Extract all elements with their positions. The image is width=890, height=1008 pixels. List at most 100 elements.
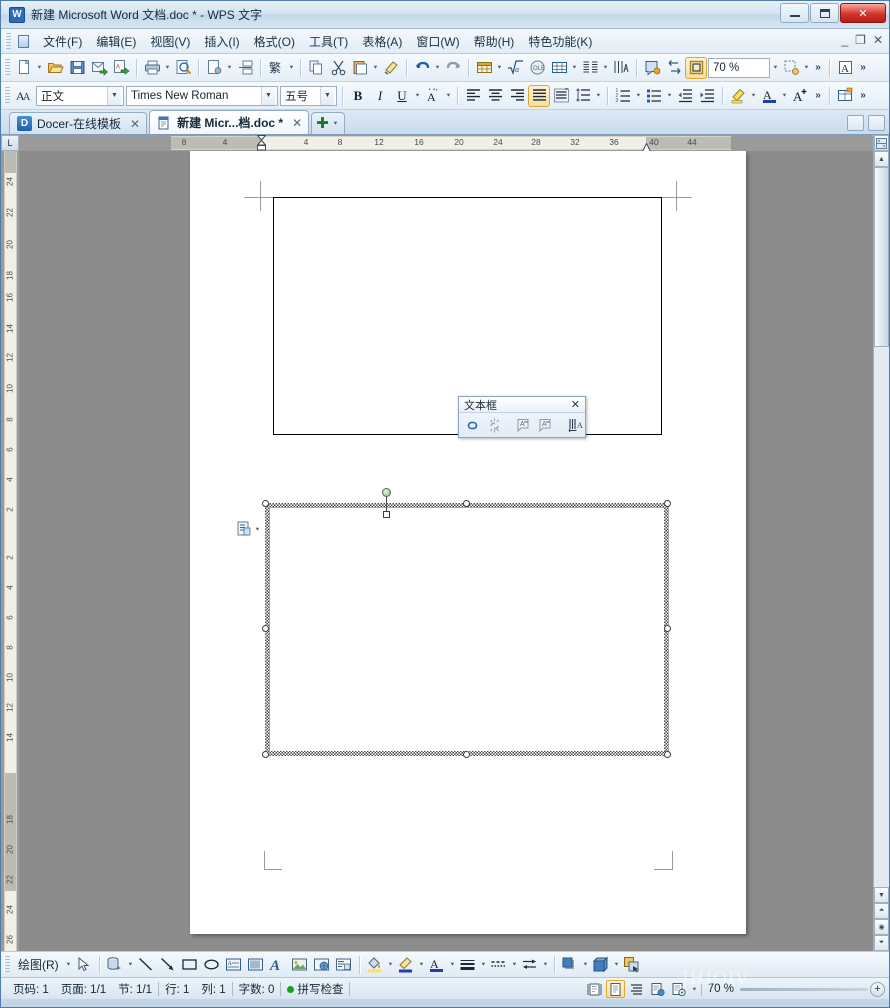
shadow-style-button[interactable]	[559, 954, 581, 976]
scrollbar-split-button[interactable]	[874, 135, 889, 151]
fill-color-button[interactable]	[364, 954, 386, 976]
font-family-combo[interactable]: Times New Roman ▼	[126, 85, 278, 106]
next-textbox-button[interactable]: A	[535, 414, 557, 436]
export-pdf-button[interactable]: A	[110, 57, 132, 79]
fill-color-dropdown[interactable]	[386, 954, 395, 976]
minimize-button[interactable]	[780, 3, 809, 23]
textbox-button[interactable]: A	[223, 954, 245, 976]
textbox-toolbar-titlebar[interactable]: 文本框 ✕	[459, 397, 585, 413]
font-color-button[interactable]: A	[758, 85, 780, 107]
diagram-button[interactable]	[333, 954, 355, 976]
textbox-selected-container[interactable]	[262, 500, 671, 758]
line-spacing-dropdown[interactable]	[594, 85, 603, 107]
layout-options-dropdown[interactable]	[253, 522, 261, 536]
horizontal-ruler[interactable]: 8 4 4 8 12 16 20 24 28 32 36 40 44	[19, 135, 889, 152]
standard-toolbar-overflow[interactable]: »	[811, 57, 825, 79]
copy-button[interactable]	[305, 57, 327, 79]
highlight-dropdown[interactable]	[749, 85, 758, 107]
bulleted-list-dropdown[interactable]	[665, 85, 674, 107]
document-canvas[interactable]: 文本框 ✕ A	[37, 151, 873, 951]
rectangle-button[interactable]	[179, 954, 201, 976]
show-all-button[interactable]	[685, 56, 707, 79]
numbered-list-dropdown[interactable]	[634, 85, 643, 107]
font-size-dropdown-icon[interactable]: ▼	[320, 86, 334, 105]
view-web-layout-button[interactable]	[648, 980, 667, 998]
mdi-minimize-icon[interactable]: _	[841, 33, 848, 47]
resize-handle-top-right[interactable]	[664, 500, 671, 507]
traditional-chinese-button[interactable]: 繁	[265, 57, 287, 79]
object-order-button[interactable]	[621, 954, 643, 976]
dash-style-dropdown[interactable]	[510, 954, 519, 976]
font-size-combo[interactable]: 五号 ▼	[280, 85, 337, 106]
first-line-indent-marker[interactable]	[256, 135, 267, 151]
line-color-button[interactable]	[395, 954, 417, 976]
tab-new-document-close-icon[interactable]: ✕	[292, 116, 302, 130]
formula-button[interactable]: α	[504, 57, 526, 79]
align-justify-button[interactable]	[528, 84, 550, 107]
cut-button[interactable]	[327, 57, 349, 79]
new-tab-button[interactable]: ✚	[311, 112, 345, 134]
table-grid-button[interactable]	[548, 57, 570, 79]
align-left-button[interactable]	[462, 85, 484, 107]
scroll-thumb[interactable]	[874, 167, 889, 347]
print-preview-button[interactable]	[172, 57, 194, 79]
break-textbox-link-button[interactable]	[483, 414, 505, 436]
select-object-button[interactable]	[780, 57, 802, 79]
bold-button[interactable]: B	[347, 85, 369, 107]
menu-edit[interactable]: 编辑(E)	[89, 30, 143, 53]
underline-button[interactable]: U	[391, 85, 413, 107]
3d-style-button[interactable]	[590, 954, 612, 976]
paste-button[interactable]	[349, 57, 371, 79]
save-button[interactable]	[66, 57, 88, 79]
paragraph-marks-button[interactable]	[663, 57, 685, 79]
textbox-floating-toolbar[interactable]: 文本框 ✕ A A A	[458, 396, 586, 438]
tab-stop-selector-button[interactable]: L	[1, 135, 19, 151]
tab-docer-close-icon[interactable]: ✕	[130, 117, 140, 131]
view-reading-button[interactable]	[669, 980, 688, 998]
view-fullscreen-button[interactable]	[585, 980, 604, 998]
underline-dropdown[interactable]	[413, 85, 422, 107]
grow-font-button[interactable]: A	[789, 85, 811, 107]
zoom-combo[interactable]: 70 %	[708, 57, 770, 78]
document-page[interactable]: 文本框 ✕ A	[190, 151, 746, 934]
print-dropdown[interactable]	[163, 57, 172, 79]
vertical-textbox-button[interactable]	[245, 954, 267, 976]
arrow-button[interactable]	[157, 954, 179, 976]
numbered-list-button[interactable]: 123	[612, 85, 634, 107]
resize-handle-bottom-left[interactable]	[262, 751, 269, 758]
menu-file[interactable]: 文件(F)	[36, 30, 89, 53]
vertical-scrollbar[interactable]: ▲ ▼ ⏶ ◉ ⏷	[873, 135, 889, 951]
tab-layout-button[interactable]	[868, 115, 885, 131]
menu-features[interactable]: 特色功能(K)	[521, 30, 599, 53]
menu-window[interactable]: 窗口(W)	[409, 30, 466, 53]
font-family-dropdown-icon[interactable]: ▼	[261, 86, 275, 105]
insert-picture-button[interactable]	[289, 954, 311, 976]
resize-handle-middle-left[interactable]	[262, 625, 269, 632]
split-button[interactable]	[234, 57, 256, 79]
view-options-dropdown[interactable]	[690, 978, 699, 1000]
menu-help[interactable]: 帮助(H)	[467, 30, 522, 53]
send-mail-button[interactable]	[88, 57, 110, 79]
line-button[interactable]	[135, 954, 157, 976]
next-page-button[interactable]: ⏷	[874, 935, 889, 951]
line-spacing-button[interactable]	[572, 85, 594, 107]
drawing-menu-button[interactable]: 绘图(R)	[13, 956, 64, 973]
clipart-button[interactable]	[311, 954, 333, 976]
zoom-in-button[interactable]: +	[870, 981, 885, 997]
mdi-close-icon[interactable]: ✕	[873, 33, 883, 47]
browse-object-button[interactable]: ◉	[874, 919, 889, 935]
open-document-button[interactable]	[44, 57, 66, 79]
resize-handle-bottom-center[interactable]	[463, 751, 470, 758]
scroll-track[interactable]	[874, 167, 889, 887]
resize-handle-top-left[interactable]	[262, 500, 269, 507]
paragraph-style-dropdown-icon[interactable]: ▼	[107, 86, 121, 105]
format-painter-button[interactable]	[380, 57, 402, 79]
new-document-button[interactable]	[13, 57, 35, 79]
line-style-dropdown[interactable]	[479, 954, 488, 976]
tab-docer-templates[interactable]: D Docer-在线模板 ✕	[9, 112, 148, 134]
columns-dropdown[interactable]	[601, 57, 610, 79]
drawing-toolbar-gripper[interactable]	[4, 956, 10, 973]
close-button[interactable]: ✕	[840, 3, 886, 23]
menu-view[interactable]: 视图(V)	[143, 30, 197, 53]
table-grid-dropdown[interactable]	[570, 57, 579, 79]
